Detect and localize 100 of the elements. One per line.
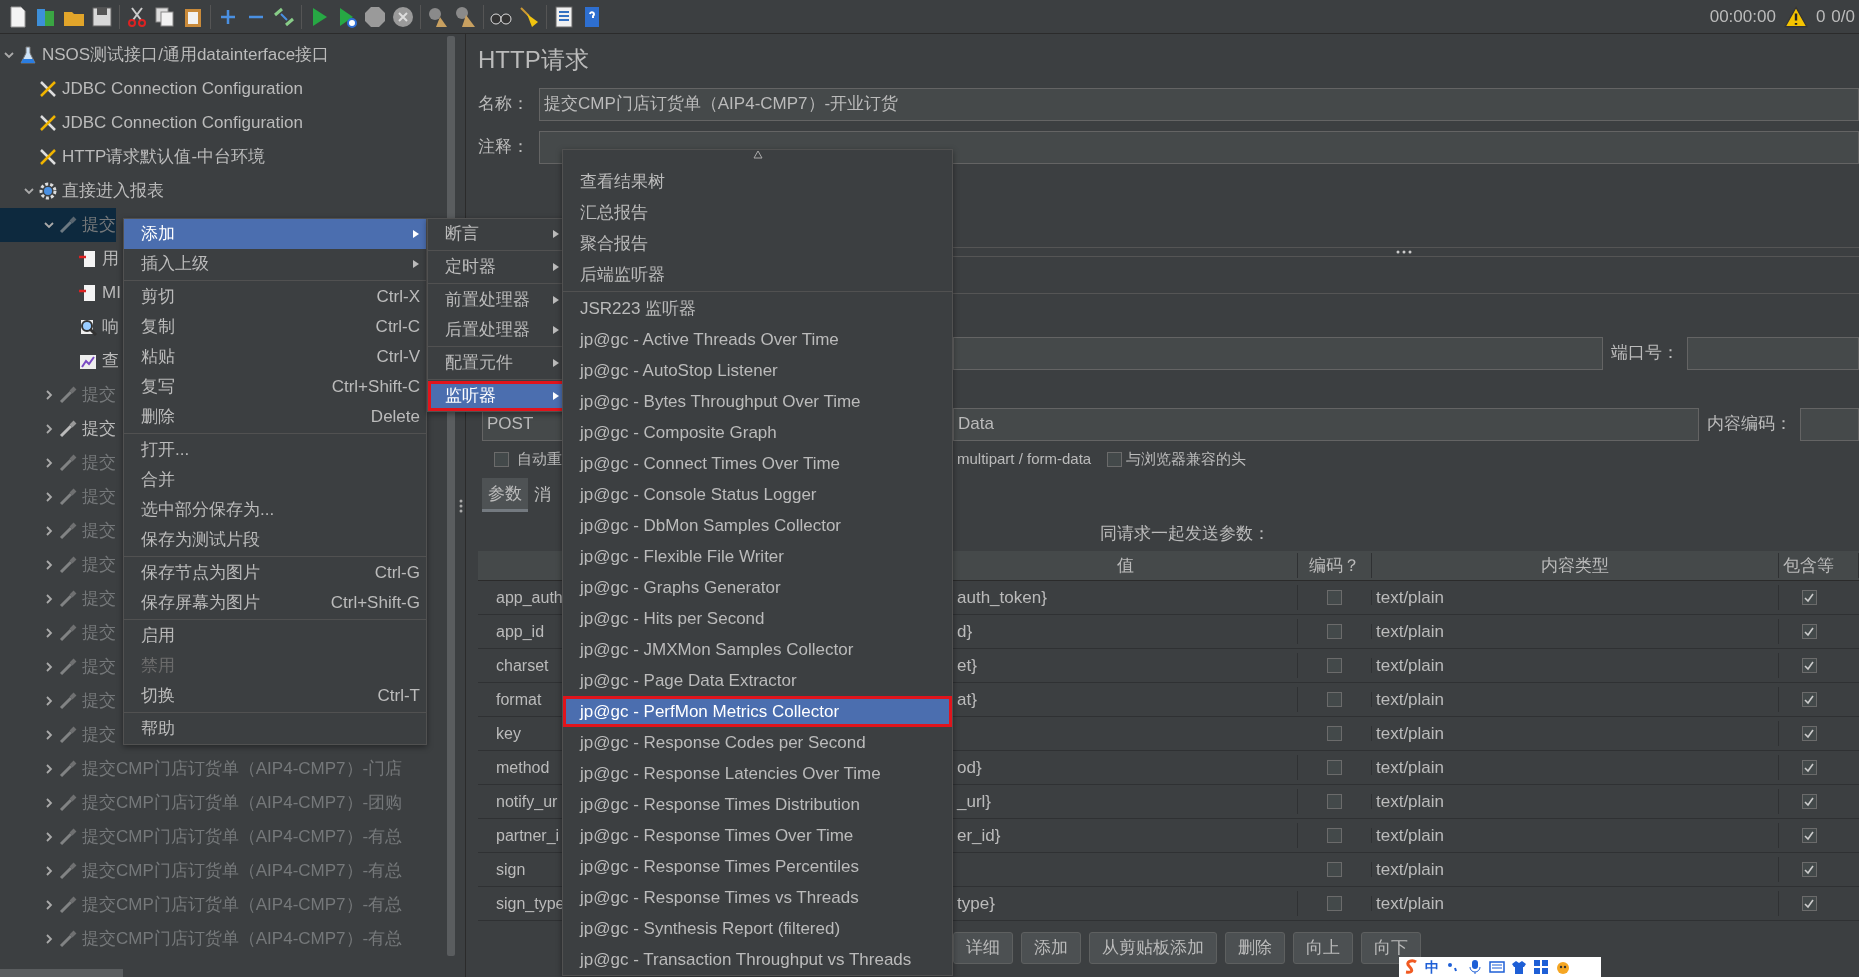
comment-label: 注释： — [478, 136, 529, 159]
path-field[interactable]: Data — [953, 407, 1699, 441]
menu-item[interactable]: 保存为测试片段 — [124, 525, 426, 555]
tree-row[interactable]: JDBC Connection Configuration — [0, 72, 303, 106]
menu-item[interactable]: 前置处理器 — [428, 285, 566, 315]
tree-row[interactable]: 提交 — [0, 412, 116, 446]
checkbox[interactable] — [1801, 624, 1817, 639]
menu-item[interactable]: 聚合报告 — [563, 228, 952, 259]
menu-item[interactable]: jp@gc - PerfMon Metrics Collector — [563, 696, 952, 727]
menu-item[interactable]: 后置处理器 — [428, 315, 566, 345]
ime-mode-label[interactable]: 中 — [1425, 956, 1439, 977]
tab[interactable]: 参数 — [482, 478, 528, 512]
checkbox[interactable] — [1327, 828, 1342, 843]
menu-item[interactable]: 合并 — [124, 465, 426, 495]
menu-item[interactable]: 启用 — [124, 621, 426, 651]
action-button[interactable]: 从剪贴板添加 — [1089, 932, 1217, 964]
checkbox[interactable] — [494, 451, 509, 467]
menu-item[interactable]: 保存节点为图片 Ctrl-G — [124, 558, 426, 588]
copy-icon[interactable] — [153, 4, 177, 29]
menu-item[interactable]: 汇总报告 — [563, 197, 952, 228]
menu-item[interactable]: 切换 Ctrl-T — [124, 681, 426, 711]
magnifier-icon — [78, 317, 98, 337]
column-header[interactable]: 编码？ — [1298, 552, 1372, 579]
checkbox[interactable] — [1801, 726, 1817, 741]
checkbox[interactable] — [1327, 726, 1342, 741]
list-document-icon[interactable] — [552, 4, 576, 29]
menu-item[interactable]: 粘贴 Ctrl-V — [124, 342, 426, 372]
checkbox[interactable] — [1801, 794, 1817, 809]
checkbox[interactable] — [1327, 658, 1342, 673]
checkbox[interactable] — [1327, 896, 1342, 911]
shutdown-icon[interactable] — [391, 4, 415, 29]
menu-item[interactable]: jp@gc - AutoStop Listener — [563, 355, 952, 386]
menu-item[interactable]: 断言 — [428, 219, 566, 249]
checkbox[interactable] — [1801, 862, 1817, 877]
submenu-arrow-icon — [552, 358, 560, 368]
checkbox[interactable] — [1327, 794, 1342, 809]
menu-item[interactable]: jp@gc - DbMon Samples Collector — [563, 510, 952, 541]
menu-item[interactable]: 配置元件 — [428, 348, 566, 378]
checkbox[interactable] — [1801, 760, 1817, 775]
warning-icon[interactable] — [1783, 4, 1808, 29]
menu-item[interactable]: 查看结果树 — [563, 166, 952, 197]
ime-logo-icon[interactable] — [1403, 959, 1419, 975]
scroll-up-icon[interactable] — [752, 150, 763, 159]
menu-item[interactable]: 帮助 — [124, 714, 426, 744]
tree-row[interactable]: 直接进入报表 — [0, 174, 164, 208]
checkbox[interactable] — [1327, 692, 1342, 707]
port-field[interactable] — [1687, 336, 1859, 370]
menu-item[interactable]: jp@gc - Transaction Throughput vs Threads — [563, 944, 952, 975]
splitter-grip-icon[interactable] — [458, 498, 463, 513]
server-field[interactable] — [953, 336, 1603, 370]
menu-item[interactable]: JSR223 监听器 — [563, 293, 952, 324]
action-button[interactable]: 向下 — [1361, 932, 1421, 964]
tree-row[interactable]: HTTP请求默认值-中台环境 — [0, 140, 266, 174]
action-button[interactable]: 添加 — [1021, 932, 1081, 964]
checkbox[interactable] — [1327, 590, 1342, 605]
tree-row[interactable]: JDBC Connection Configuration — [0, 106, 303, 140]
column-header[interactable]: 包含等 — [1779, 552, 1859, 579]
menu-item[interactable]: jp@gc - Active Threads Over Time — [563, 324, 952, 355]
checkbox[interactable] — [1327, 862, 1342, 877]
name-field[interactable]: 提交CMP门店订货单（AIP4-CMP7）-开业订货 — [539, 87, 1859, 121]
menu-item[interactable]: jp@gc - Console Status Logger — [563, 479, 952, 510]
microphone-icon[interactable] — [1467, 959, 1483, 975]
checkbox[interactable] — [1801, 692, 1817, 707]
action-button[interactable]: 向上 — [1293, 932, 1353, 964]
menu-item[interactable]: 选中部分保存为... — [124, 495, 426, 525]
action-button[interactable]: 删除 — [1225, 932, 1285, 964]
checkbox[interactable] — [1107, 451, 1123, 467]
menu-item[interactable]: 剪切 Ctrl-X — [124, 282, 426, 312]
action-button[interactable]: 详细 — [953, 932, 1013, 964]
menu-item[interactable]: 插入上级 — [124, 249, 426, 279]
grid-icon[interactable] — [1533, 959, 1549, 975]
shirt-icon[interactable] — [1511, 959, 1527, 975]
checkbox[interactable] — [1801, 590, 1817, 605]
menu-item[interactable]: 定时器 — [428, 252, 566, 282]
menu-item[interactable]: 复制 Ctrl-C — [124, 312, 426, 342]
checkbox[interactable] — [1801, 658, 1817, 673]
menu-item[interactable]: jp@gc - Connect Times Over Time — [563, 448, 952, 479]
menu-item[interactable]: 复写 Ctrl+Shift-C — [124, 372, 426, 402]
tab[interactable]: 消 — [528, 478, 557, 512]
checkbox[interactable] — [1327, 624, 1342, 639]
checkbox[interactable] — [1801, 896, 1817, 911]
keyboard-icon[interactable] — [1489, 959, 1505, 975]
column-header[interactable]: 内容类型 — [1372, 552, 1779, 579]
menu-item[interactable]: jp@gc - Synthesis Report (filtered) — [563, 913, 952, 944]
encoding-field[interactable] — [1800, 407, 1859, 441]
encoding-label: 内容编码： — [1707, 413, 1792, 436]
horizontal-scrollbar[interactable] — [0, 969, 123, 977]
stop-icon[interactable] — [363, 4, 387, 29]
menu-item[interactable]: 后端监听器 — [563, 259, 952, 290]
menu-item[interactable]: 添加 — [124, 219, 426, 249]
splitter-grip-icon[interactable] — [1395, 250, 1412, 254]
menu-item[interactable]: 删除 Delete — [124, 402, 426, 432]
checkbox[interactable] — [1327, 760, 1342, 775]
menu-item[interactable]: 打开... — [124, 435, 426, 465]
mascot-icon[interactable] — [1555, 959, 1571, 975]
gear-brooms-icon[interactable] — [454, 4, 478, 29]
checkbox[interactable] — [1801, 828, 1817, 843]
menu-item[interactable]: jp@gc - Flexible File Writer — [563, 541, 952, 572]
tree-row[interactable]: NSOS测试接口/通用datainterface接口 — [0, 38, 330, 72]
menu-item[interactable]: 保存屏幕为图片 Ctrl+Shift-G — [124, 588, 426, 618]
